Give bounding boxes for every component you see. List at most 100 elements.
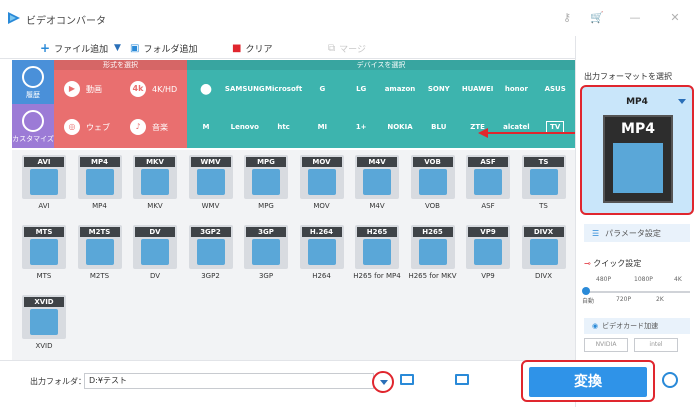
format-item-ts[interactable]: TS TS bbox=[518, 152, 570, 214]
open-folder-icon[interactable] bbox=[400, 374, 414, 385]
format-thumbnail: TS bbox=[521, 155, 566, 199]
video-category-button[interactable]: ▶ 動画 bbox=[56, 70, 120, 108]
add-folder-button[interactable]: ▣ フォルダ追加 bbox=[130, 40, 197, 56]
format-icon bbox=[252, 239, 280, 265]
custom-tab[interactable]: カスタマイズ bbox=[12, 104, 54, 148]
format-item-m2ts[interactable]: M2TS M2TS bbox=[74, 222, 126, 284]
format-label: MPG bbox=[258, 202, 274, 210]
format-item-3gp[interactable]: 3GP 3GP bbox=[240, 222, 292, 284]
output-folder-dropdown-button[interactable] bbox=[372, 371, 394, 393]
format-badge: TS bbox=[523, 157, 564, 167]
music-category-button[interactable]: ♪ 音楽 bbox=[122, 108, 186, 146]
device-asus[interactable]: ASUS bbox=[536, 70, 574, 108]
device-tv[interactable]: TV bbox=[536, 108, 574, 146]
device-1-[interactable]: 1+ bbox=[342, 108, 380, 146]
device-m[interactable]: M bbox=[187, 108, 225, 146]
quality-slider-track[interactable] bbox=[586, 291, 690, 293]
device-honor[interactable]: honor bbox=[497, 70, 535, 108]
format-item-mov[interactable]: MOV MOV bbox=[296, 152, 348, 214]
clear-button[interactable]: ■ クリア bbox=[232, 40, 272, 56]
add-file-button[interactable]: + ファイル追加 bbox=[40, 40, 108, 56]
format-category-panel: 形式を選択 ▶ 動画 4k 4K/HD ◎ ウェブ ♪ 音楽 bbox=[54, 60, 187, 148]
format-item-3gp2[interactable]: 3GP2 3GP2 bbox=[185, 222, 237, 284]
device-apple[interactable]: ● bbox=[187, 70, 225, 108]
merge-button[interactable]: ⧉ マージ bbox=[328, 40, 366, 56]
key-icon[interactable]: ⚷ bbox=[560, 11, 574, 25]
format-label: H265 for MP4 bbox=[353, 272, 401, 280]
format-item-wmv[interactable]: WMV WMV bbox=[185, 152, 237, 214]
format-badge: MPG bbox=[246, 157, 286, 167]
device-lenovo[interactable]: Lenovo bbox=[226, 108, 264, 146]
device-g[interactable]: G bbox=[303, 70, 341, 108]
device-huawei[interactable]: HUAWEI bbox=[459, 70, 497, 108]
web-category-button[interactable]: ◎ ウェブ bbox=[56, 108, 120, 146]
chrome-icon: ◎ bbox=[64, 119, 80, 135]
format-badge: ASF bbox=[468, 157, 508, 167]
format-thumbnail: MPG bbox=[244, 155, 288, 199]
minimize-icon[interactable]: — bbox=[628, 11, 642, 25]
device-microsoft[interactable]: Microsoft bbox=[265, 70, 303, 108]
format-label: ASF bbox=[481, 202, 495, 210]
format-label: WMV bbox=[201, 202, 220, 210]
device-htc[interactable]: htc bbox=[265, 108, 303, 146]
format-item-m4v[interactable]: M4V M4V bbox=[351, 152, 403, 214]
4k-hd-category-button[interactable]: 4k 4K/HD bbox=[122, 70, 186, 108]
device-amazon[interactable]: amazon bbox=[381, 70, 419, 108]
format-item-divx[interactable]: DIVX DIVX bbox=[518, 222, 570, 284]
format-item-dv[interactable]: DV DV bbox=[129, 222, 181, 284]
convert-button-highlight: 変換 bbox=[521, 360, 655, 402]
format-thumbnail: H265 bbox=[355, 225, 399, 269]
format-badge: MOV bbox=[301, 157, 342, 167]
film-thumbnail bbox=[613, 143, 663, 193]
format-item-mpg[interactable]: MPG MPG bbox=[240, 152, 292, 214]
format-label: MOV bbox=[313, 202, 330, 210]
device-mi[interactable]: MI bbox=[303, 108, 341, 146]
device-lg[interactable]: LG bbox=[342, 70, 380, 108]
device-blu[interactable]: BLU bbox=[420, 108, 458, 146]
output-folder-input[interactable]: D:¥テスト bbox=[84, 373, 374, 389]
device-nokia[interactable]: NOKIA bbox=[381, 108, 419, 146]
format-badge: 3GP bbox=[246, 227, 286, 237]
format-icon bbox=[85, 239, 114, 265]
format-item-avi[interactable]: AVI AVI bbox=[18, 152, 70, 214]
browse-folder-icon[interactable] bbox=[455, 374, 469, 385]
format-item-h264[interactable]: H.264 H264 bbox=[296, 222, 348, 284]
format-badge: DIVX bbox=[523, 227, 564, 237]
parameter-settings-button[interactable]: ☰ パラメータ設定 bbox=[584, 224, 690, 242]
add-file-dropdown-icon[interactable]: ▼ bbox=[114, 40, 121, 56]
cart-icon[interactable]: 🛒 bbox=[590, 11, 604, 25]
intel-checkbox[interactable]: intel bbox=[634, 338, 678, 352]
format-item-mts[interactable]: MTS MTS bbox=[18, 222, 70, 284]
quality-tick-4k: 4K bbox=[674, 276, 682, 283]
format-item-mp4[interactable]: MP4 MP4 bbox=[74, 152, 126, 214]
format-label: MP4 bbox=[92, 202, 107, 210]
device-alcatel[interactable]: alcatel bbox=[497, 108, 535, 146]
format-item-asf[interactable]: ASF ASF bbox=[462, 152, 514, 214]
format-item-vp9[interactable]: VP9 VP9 bbox=[462, 222, 514, 284]
format-item-h265-for-mp4[interactable]: H265 H265 for MP4 bbox=[351, 222, 403, 284]
format-label: VOB bbox=[425, 202, 440, 210]
device-sony[interactable]: SONY bbox=[420, 70, 458, 108]
format-thumbnail: AVI bbox=[22, 155, 66, 199]
device-zte[interactable]: ZTE bbox=[459, 108, 497, 146]
nvidia-checkbox[interactable]: NVIDIA bbox=[584, 338, 628, 352]
convert-button[interactable]: 変換 bbox=[529, 367, 647, 397]
format-thumbnail: 3GP2 bbox=[188, 225, 233, 269]
format-item-vob[interactable]: VOB VOB bbox=[407, 152, 459, 214]
device-samsung[interactable]: SAMSUNG bbox=[225, 70, 265, 108]
format-item-xvid[interactable]: XVID XVID bbox=[18, 292, 70, 354]
close-icon[interactable]: ✕ bbox=[668, 11, 682, 25]
toolbar: + ファイル追加 ▼ ▣ フォルダ追加 ■ クリア ⧉ マージ bbox=[0, 36, 575, 59]
format-icon bbox=[30, 239, 58, 265]
apple-icon: ● bbox=[199, 81, 213, 97]
format-thumbnail: WMV bbox=[188, 155, 233, 199]
format-item-h265-for-mkv[interactable]: H265 H265 for MKV bbox=[407, 222, 459, 284]
history-tab[interactable]: 履歴 bbox=[12, 60, 54, 104]
format-badge: MKV bbox=[135, 157, 175, 167]
quality-slider-handle[interactable] bbox=[582, 287, 590, 295]
quick-settings-icon: ⊸ bbox=[584, 259, 591, 268]
format-item-mkv[interactable]: MKV MKV bbox=[129, 152, 181, 214]
output-format-selector[interactable]: MP4 MP4 bbox=[580, 85, 694, 215]
alarm-clock-icon[interactable] bbox=[662, 372, 678, 388]
chevron-down-icon[interactable] bbox=[678, 99, 686, 104]
